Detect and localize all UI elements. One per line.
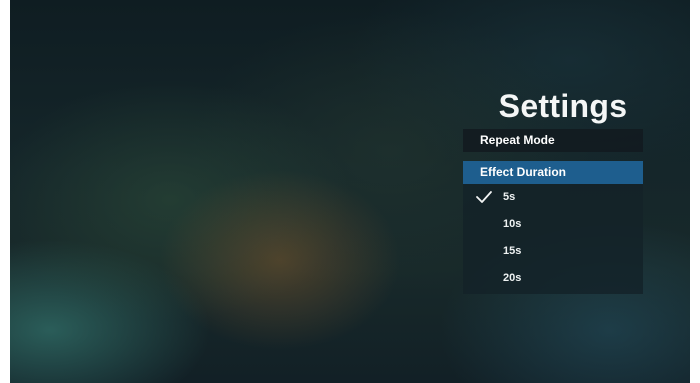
duration-option-label: 20s — [503, 272, 522, 284]
slideshow-background: Settings Repeat Mode Effect Duration 5s … — [10, 0, 690, 383]
duration-options-panel: 5s 10s 15s 20s — [463, 184, 643, 294]
duration-option-label: 10s — [503, 218, 522, 230]
duration-option-label: 5s — [503, 191, 516, 203]
duration-option-label: 15s — [503, 245, 522, 257]
checkmark-icon — [476, 191, 492, 203]
duration-option-20s[interactable]: 20s — [463, 265, 643, 292]
duration-option-15s[interactable]: 15s — [463, 238, 643, 265]
settings-title: Settings — [498, 88, 628, 124]
effect-duration-item[interactable]: Effect Duration — [463, 161, 643, 184]
repeat-mode-item[interactable]: Repeat Mode — [463, 129, 643, 152]
duration-option-10s[interactable]: 10s — [463, 211, 643, 238]
duration-option-5s[interactable]: 5s — [463, 184, 643, 211]
